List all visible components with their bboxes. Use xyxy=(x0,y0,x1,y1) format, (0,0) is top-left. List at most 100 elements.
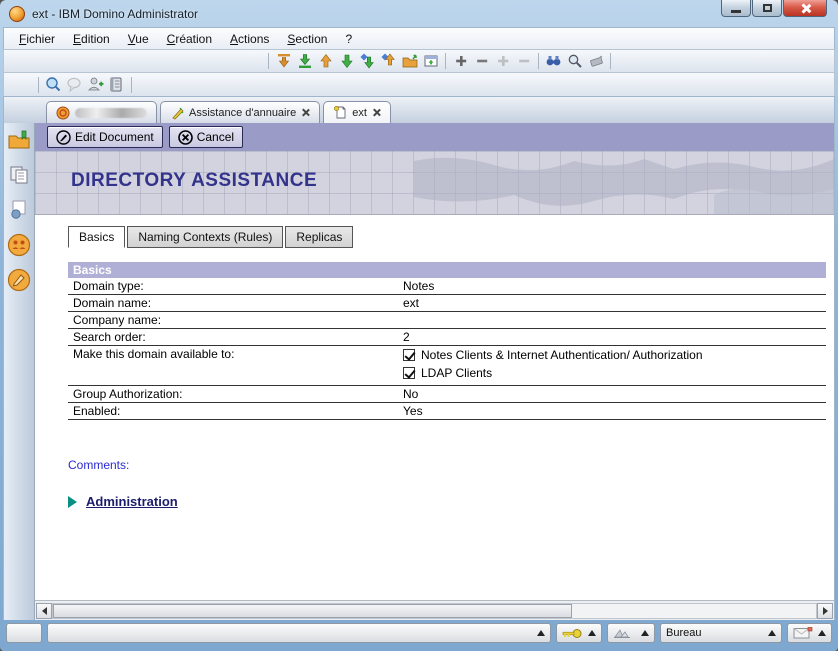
scroll-left-button[interactable] xyxy=(36,603,52,619)
menu-edition[interactable]: Edition xyxy=(64,30,119,48)
pencil-circle-icon xyxy=(56,130,71,145)
world-map-decoration xyxy=(414,151,834,215)
tab-close-icon[interactable] xyxy=(301,108,310,117)
table-row: Make this domain available to: Notes Cli… xyxy=(68,346,826,386)
form-tab-naming-contexts[interactable]: Naming Contexts (Rules) xyxy=(127,226,283,248)
menu-creation[interactable]: Création xyxy=(158,30,221,48)
scroll-left-icon xyxy=(42,607,47,615)
administration-section-link[interactable]: Administration xyxy=(86,494,178,509)
edit-document-button[interactable]: Edit Document xyxy=(47,126,163,148)
envelope-icon xyxy=(793,627,813,639)
address-book-icon[interactable] xyxy=(106,75,127,94)
form-banner: DIRECTORY ASSISTANCE xyxy=(35,151,834,215)
add-person-icon[interactable] xyxy=(85,75,106,94)
document-icon xyxy=(333,105,347,120)
app-window: ext - IBM Domino Administrator Fichier E… xyxy=(0,0,838,651)
navigate-close-all-icon[interactable] xyxy=(513,52,534,71)
menu-fichier[interactable]: Fichier xyxy=(10,30,64,48)
search-domain-icon[interactable] xyxy=(64,75,85,94)
menu-vue[interactable]: Vue xyxy=(119,30,158,48)
collapse-to-top-icon[interactable] xyxy=(273,52,294,71)
field-label: Group Authorization: xyxy=(73,387,403,401)
tab-ext[interactable]: ext xyxy=(323,101,391,123)
domino-server-icon xyxy=(56,106,70,120)
comments-label: Comments: xyxy=(68,458,826,472)
expand-to-bottom-icon[interactable] xyxy=(294,52,315,71)
tab-label: Assistance d'annuaire xyxy=(189,107,296,119)
open-in-window-icon[interactable] xyxy=(420,52,441,71)
notes-clients-checkbox[interactable] xyxy=(403,349,415,361)
mail-segment[interactable] xyxy=(787,623,832,643)
secondary-toolbar xyxy=(3,72,835,96)
menu-section[interactable]: Section xyxy=(278,30,336,48)
browser-icon[interactable] xyxy=(6,197,32,223)
search-people-icon[interactable] xyxy=(43,75,64,94)
table-row: Domain name: ext xyxy=(68,295,826,312)
expand-section-icon[interactable] xyxy=(336,52,357,71)
previous-unread-icon[interactable] xyxy=(378,52,399,71)
menu-help[interactable]: ? xyxy=(336,30,361,48)
table-row: Enabled: Yes xyxy=(68,403,826,420)
minimize-icon xyxy=(731,10,741,13)
tab-close-icon[interactable] xyxy=(372,108,381,117)
section-twistie-icon[interactable] xyxy=(68,496,77,508)
location-value: Bureau xyxy=(666,627,701,639)
bookmark-folder-icon[interactable] xyxy=(6,127,32,153)
form-tab-strip: Basics Naming Contexts (Rules) Replicas xyxy=(68,226,826,248)
field-value: Notes xyxy=(403,279,821,293)
cancel-button[interactable]: Cancel xyxy=(169,126,243,148)
field-value: Yes xyxy=(403,404,821,418)
ldap-clients-checkbox[interactable] xyxy=(403,367,415,379)
tab-assistance-annuaire[interactable]: Assistance d'annuaire xyxy=(160,101,320,123)
tab-server[interactable] xyxy=(46,101,157,123)
toolbar-separator xyxy=(38,77,39,93)
table-row: Domain type: Notes xyxy=(68,278,826,295)
form-tab-replicas[interactable]: Replicas xyxy=(285,226,353,248)
bookmark-sidebar xyxy=(4,123,35,620)
binoculars-search-icon[interactable] xyxy=(543,52,564,71)
security-segment[interactable] xyxy=(556,623,602,643)
replicator-icon[interactable] xyxy=(6,162,32,188)
horizontal-scrollbar xyxy=(35,600,834,620)
domino-app-icon xyxy=(9,6,25,22)
field-label: Make this domain available to: xyxy=(73,347,403,361)
table-row: Company name: xyxy=(68,312,826,329)
scrollbar-track[interactable] xyxy=(52,603,817,619)
checkbox-row: LDAP Clients xyxy=(403,366,821,380)
field-label: Domain name: xyxy=(73,296,403,310)
status-message-segment[interactable] xyxy=(47,623,551,643)
checkbox-label: LDAP Clients xyxy=(421,366,492,380)
navigate-open-icon[interactable] xyxy=(450,52,471,71)
search-icon[interactable] xyxy=(564,52,585,71)
signature-segment[interactable] xyxy=(607,623,655,643)
table-row: Group Authorization: No xyxy=(68,386,826,403)
content: Edit Document Cancel DIRECTORY ASSISTANC… xyxy=(35,123,834,620)
expand-up-icon xyxy=(641,630,649,636)
close-icon xyxy=(800,3,811,14)
expand-up-icon xyxy=(768,630,776,636)
menu-actions[interactable]: Actions xyxy=(221,30,278,48)
next-unread-icon[interactable] xyxy=(357,52,378,71)
navigate-close-icon[interactable] xyxy=(471,52,492,71)
scrollbar-thumb[interactable] xyxy=(53,604,572,618)
open-folder-icon[interactable] xyxy=(399,52,420,71)
maximize-button[interactable] xyxy=(752,0,782,17)
location-segment[interactable]: Bureau xyxy=(660,623,782,643)
maximize-icon xyxy=(763,4,772,12)
checkbox-row: Notes Clients & Internet Authentication/… xyxy=(403,348,821,362)
field-value: No xyxy=(403,387,821,401)
groups-icon[interactable] xyxy=(6,232,32,258)
close-button[interactable] xyxy=(783,0,827,17)
collapse-section-icon[interactable] xyxy=(315,52,336,71)
basics-table: Basics Domain type: Notes Domain name: e… xyxy=(68,262,826,420)
chalk-eraser-icon[interactable] xyxy=(585,52,606,71)
window-title: ext - IBM Domino Administrator xyxy=(32,7,198,21)
main-toolbar xyxy=(3,49,835,72)
status-blank-segment xyxy=(6,623,42,643)
form-tab-basics[interactable]: Basics xyxy=(68,226,125,248)
navigate-open-all-icon[interactable] xyxy=(492,52,513,71)
minimize-button[interactable] xyxy=(721,0,751,17)
scroll-right-button[interactable] xyxy=(817,603,833,619)
admin-tools-icon[interactable] xyxy=(6,267,32,293)
menu-bar: Fichier Edition Vue Création Actions Sec… xyxy=(3,27,835,49)
